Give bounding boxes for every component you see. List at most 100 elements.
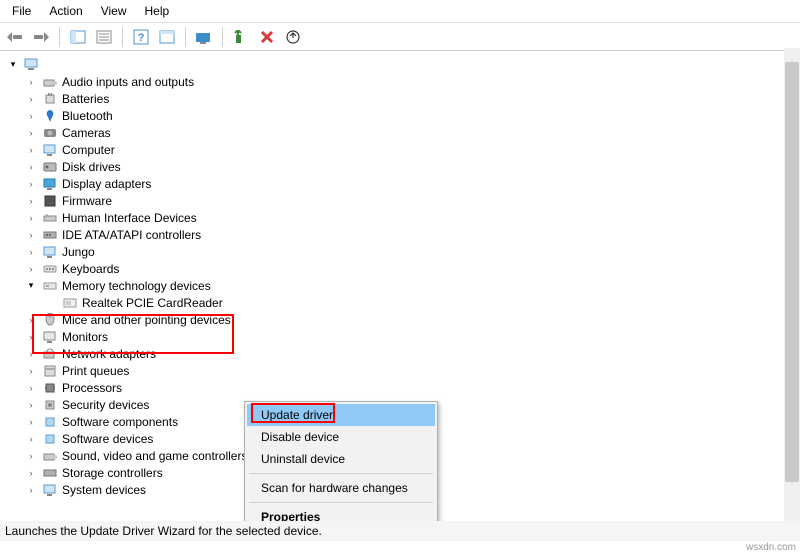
device-category-icon [42, 431, 58, 447]
device-category-icon [42, 210, 58, 226]
tree-node[interactable]: ›Processors [6, 379, 800, 396]
properties-button[interactable] [93, 26, 115, 48]
tree-node[interactable]: ›Cameras [6, 124, 800, 141]
ctx-scan-hardware[interactable]: Scan for hardware changes [247, 477, 435, 499]
update-driver-button[interactable] [282, 26, 304, 48]
device-category-icon [42, 363, 58, 379]
tree-node[interactable]: ›Network adapters [6, 345, 800, 362]
computer-icon [24, 56, 40, 72]
status-bar: Launches the Update Driver Wizard for th… [0, 521, 800, 541]
expand-icon[interactable]: › [24, 75, 38, 89]
enable-button[interactable] [230, 26, 252, 48]
expand-icon[interactable]: › [24, 177, 38, 191]
expand-icon[interactable]: › [24, 194, 38, 208]
help-button[interactable]: ? [130, 26, 152, 48]
tree-node[interactable]: ›Batteries [6, 90, 800, 107]
scroll-thumb[interactable] [785, 62, 799, 482]
tree-node[interactable]: ›Mice and other pointing devices [6, 311, 800, 328]
expand-icon[interactable]: › [24, 381, 38, 395]
tree-node[interactable]: ›Computer [6, 141, 800, 158]
device-category-icon [42, 380, 58, 396]
expand-icon[interactable]: › [24, 483, 38, 497]
back-button[interactable] [4, 26, 26, 48]
device-category-icon [42, 397, 58, 413]
forward-button[interactable] [30, 26, 52, 48]
tree-node[interactable]: › Jungo [6, 243, 800, 260]
device-category-icon [42, 227, 58, 243]
tree-node-label: Human Interface Devices [62, 211, 197, 225]
ctx-update-driver[interactable]: Update driver [247, 404, 435, 426]
tree-node[interactable]: ›Display adapters [6, 175, 800, 192]
expand-icon[interactable]: › [24, 449, 38, 463]
tree-node-label: Audio inputs and outputs [62, 75, 194, 89]
tree-node-label: IDE ATA/ATAPI controllers [62, 228, 201, 242]
tree-node[interactable]: › Audio inputs and outputs [6, 73, 800, 90]
ctx-uninstall-device[interactable]: Uninstall device [247, 448, 435, 470]
device-category-icon [42, 312, 58, 328]
expand-icon[interactable]: › [24, 160, 38, 174]
tree-node-label: Monitors [62, 330, 108, 344]
disable-button[interactable] [256, 26, 278, 48]
expand-icon[interactable]: › [24, 415, 38, 429]
tree-child-node[interactable]: Realtek PCIE CardReader [6, 294, 800, 311]
toolbar-separator [222, 27, 223, 47]
device-category-icon [42, 465, 58, 481]
device-category-icon [42, 74, 58, 90]
device-category-icon [42, 261, 58, 277]
tree-node-label: Jungo [62, 245, 95, 259]
expand-icon[interactable]: › [24, 364, 38, 378]
expand-icon[interactable]: › [24, 313, 38, 327]
tree-node[interactable]: ›Keyboards [6, 260, 800, 277]
expand-icon[interactable]: › [24, 398, 38, 412]
expand-icon[interactable]: › [24, 262, 38, 276]
tree-node[interactable]: › Human Interface Devices [6, 209, 800, 226]
toolbar-separator [185, 27, 186, 47]
tree-node[interactable]: ›Print queues [6, 362, 800, 379]
expand-icon[interactable]: › [24, 109, 38, 123]
expand-icon[interactable]: › [24, 245, 38, 259]
menu-file[interactable]: File [4, 2, 39, 20]
expand-icon[interactable]: › [24, 126, 38, 140]
expand-icon[interactable]: › [24, 330, 38, 344]
tree-node[interactable]: › Monitors [6, 328, 800, 345]
tree-node-label: Disk drives [62, 160, 121, 174]
tree-node[interactable]: ▾Memory technology devices [6, 277, 800, 294]
tree-node[interactable]: ›Bluetooth [6, 107, 800, 124]
device-category-icon [42, 193, 58, 209]
svg-text:?: ? [138, 32, 145, 44]
ctx-separator [249, 502, 433, 503]
device-category-icon [42, 278, 58, 294]
expand-icon[interactable]: ▾ [6, 57, 20, 71]
expand-icon[interactable]: › [24, 228, 38, 242]
toolbar-separator [122, 27, 123, 47]
ctx-disable-device[interactable]: Disable device [247, 426, 435, 448]
vertical-scrollbar[interactable] [784, 48, 800, 523]
tree-node-label: Storage controllers [62, 466, 163, 480]
expand-icon[interactable]: › [24, 347, 38, 361]
device-category-icon [42, 125, 58, 141]
root-node[interactable]: ▾ [6, 55, 800, 73]
menu-view[interactable]: View [93, 2, 135, 20]
device-category-icon [42, 159, 58, 175]
device-tree-pane: ▾ › Audio inputs and outputs›Batteries›Bl… [0, 51, 800, 531]
toolbar-button[interactable] [156, 26, 178, 48]
expand-icon[interactable]: › [24, 211, 38, 225]
menu-action[interactable]: Action [41, 2, 90, 20]
tree-node-label: Sound, video and game controllers [62, 449, 247, 463]
expand-icon[interactable]: › [24, 143, 38, 157]
menu-help[interactable]: Help [137, 2, 178, 20]
show-hide-tree-button[interactable] [67, 26, 89, 48]
tree-node[interactable]: ›Firmware [6, 192, 800, 209]
tree-node-label: System devices [62, 483, 146, 497]
scan-hardware-button[interactable] [193, 26, 215, 48]
expand-icon[interactable]: › [24, 466, 38, 480]
expand-icon[interactable]: › [24, 432, 38, 446]
tree-node-label: Security devices [62, 398, 149, 412]
tree-node[interactable]: › Disk drives [6, 158, 800, 175]
expand-icon[interactable]: ▾ [24, 279, 38, 293]
menubar: File Action View Help [0, 0, 800, 23]
device-category-icon [42, 329, 58, 345]
tree-node[interactable]: › IDE ATA/ATAPI controllers [6, 226, 800, 243]
expand-icon[interactable]: › [24, 92, 38, 106]
context-menu: Update driver Disable device Uninstall d… [244, 401, 438, 531]
